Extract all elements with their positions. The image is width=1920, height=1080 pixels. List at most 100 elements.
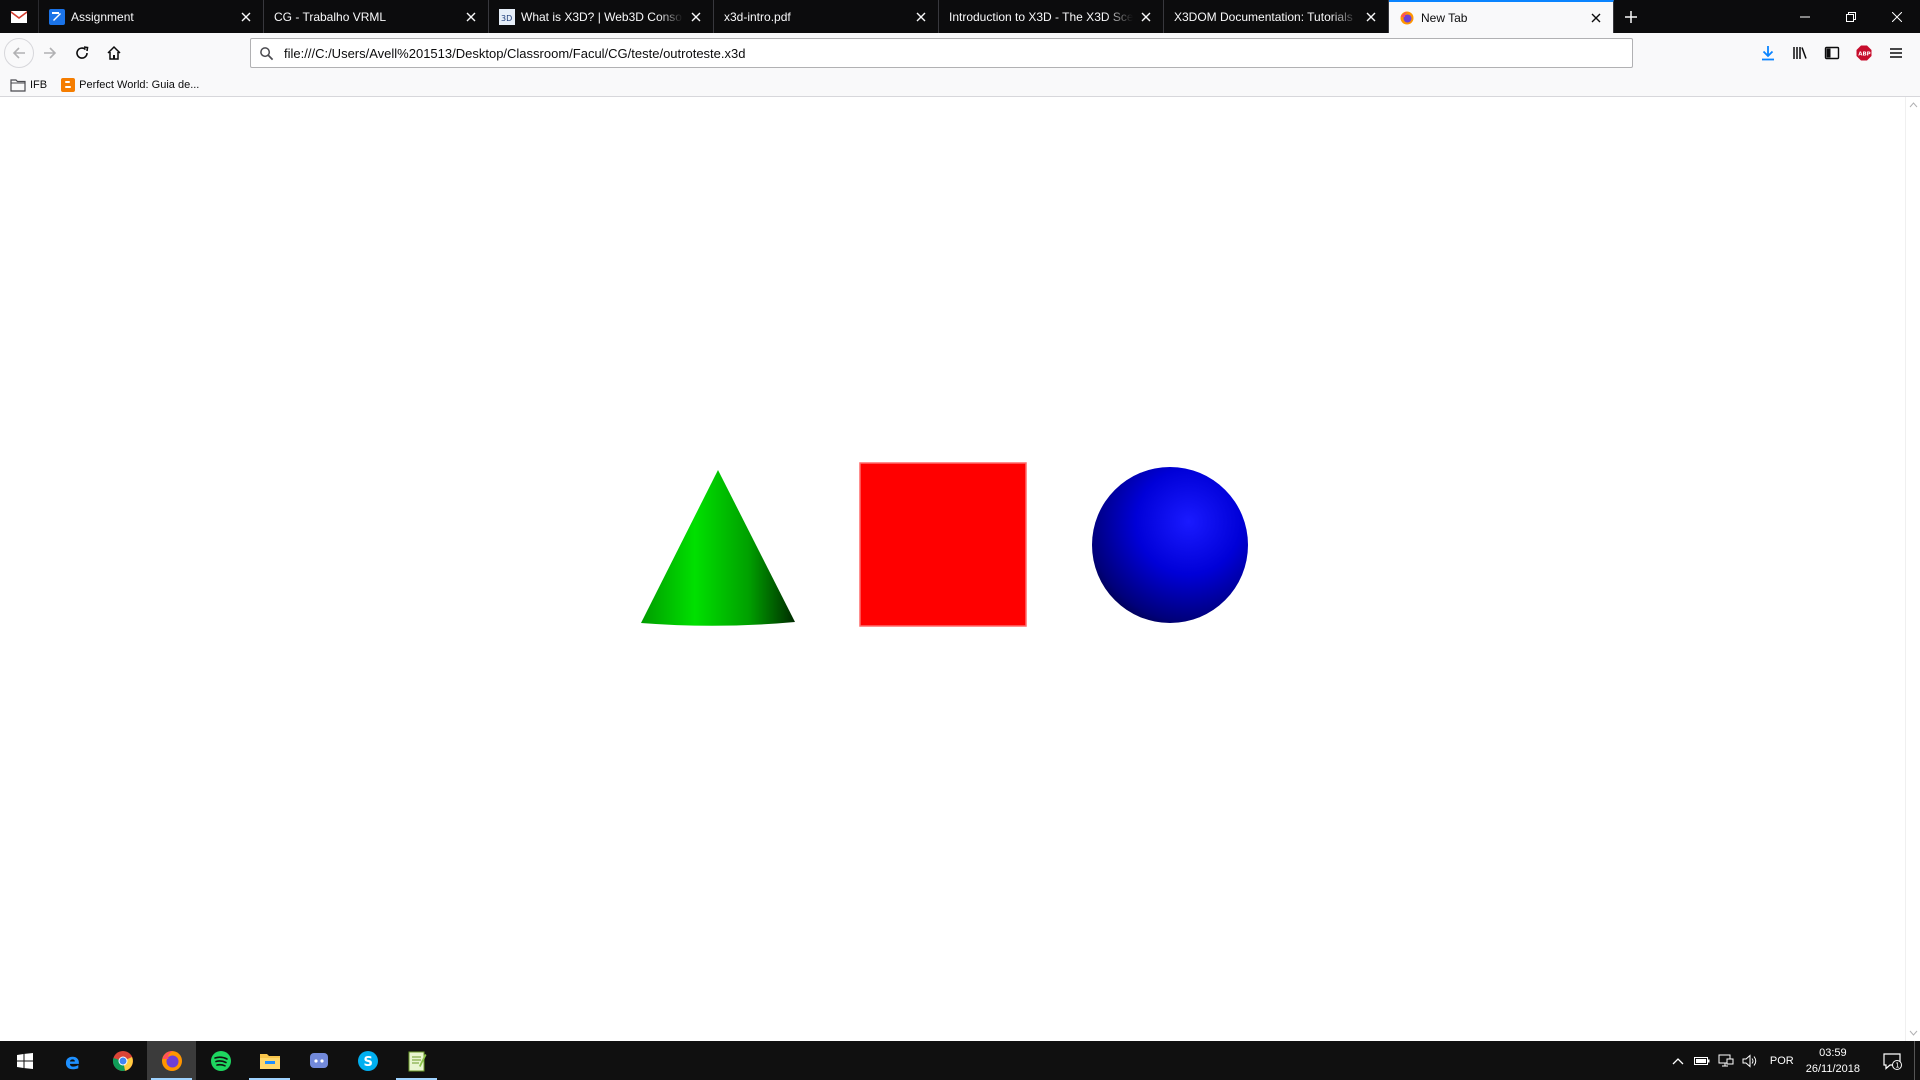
tab-new-tab[interactable]: New Tab [1389,0,1614,33]
close-icon[interactable] [237,8,255,26]
vertical-scrollbar[interactable] [1905,97,1920,1041]
taskbar-app-notepad-plus[interactable] [392,1041,441,1080]
sphere-shape [1092,467,1248,623]
close-icon[interactable] [687,8,705,26]
folder-icon [10,78,26,92]
tab-title: Assignment [71,9,134,24]
url-bar[interactable]: file:///C:/Users/Avell%201513/Desktop/Cl… [250,38,1633,68]
download-icon [1762,46,1774,61]
tab-title: What is X3D? | Web3D Consortium [521,9,683,24]
forward-button[interactable] [34,37,66,69]
close-window-button[interactable] [1874,0,1920,33]
spotify-icon [210,1050,231,1071]
box-shape [859,462,1027,627]
taskbar-app-chrome[interactable] [98,1041,147,1080]
taskbar-app-file-explorer[interactable] [245,1041,294,1080]
bookmark-label: Perfect World: Guia de... [79,78,200,91]
downloads-button[interactable] [1752,37,1784,69]
scroll-down-icon[interactable] [1906,1027,1920,1039]
menu-button[interactable] [1880,37,1912,69]
sidebar-icon [1824,46,1840,60]
clock-date: 26/11/2018 [1805,1062,1860,1075]
cone-shape [641,470,795,626]
taskbar-app-edge[interactable]: e [49,1041,98,1080]
gmail-icon [11,10,27,23]
close-icon[interactable] [462,8,480,26]
close-icon [1892,11,1902,22]
restore-button[interactable] [1828,0,1874,33]
tab-strip: Assignment CG - Trabalho VRML 3D What is… [0,0,1920,33]
chrome-icon [112,1050,133,1071]
close-icon[interactable] [912,8,930,26]
battery-button[interactable] [1690,1041,1714,1080]
new-tab-button[interactable] [1614,0,1648,33]
tab-assignment[interactable]: Assignment [39,0,264,33]
restore-icon [1846,11,1856,22]
tab-x3d-intro-pdf[interactable]: x3d-intro.pdf [714,0,939,33]
tab-title: x3d-intro.pdf [724,9,791,24]
page-content [0,97,1905,1041]
close-icon[interactable] [1587,9,1605,27]
svg-text:ABP: ABP [1858,52,1870,58]
firefox-icon [1399,10,1415,26]
tab-title: Introduction to X3D - The X3D Scene [949,9,1133,24]
show-desktop-button[interactable] [1914,1041,1920,1080]
library-button[interactable] [1784,37,1816,69]
tab-title: CG - Trabalho VRML [274,9,387,24]
plus-icon [1625,10,1637,23]
volume-button[interactable] [1738,1041,1762,1080]
taskbar-app-skype[interactable]: S [343,1041,392,1080]
navigation-toolbar: file:///C:/Users/Avell%201513/Desktop/Cl… [0,33,1920,73]
home-button[interactable] [98,37,130,69]
x3d-scene[interactable] [0,97,1905,1041]
minimize-button[interactable] [1782,0,1828,33]
tab-title: X3DOM Documentation: Tutorials [1174,9,1353,24]
forward-arrow-icon [44,47,57,59]
hamburger-menu-icon [1890,48,1902,58]
tab-introduction-x3d[interactable]: Introduction to X3D - The X3D Scene [939,0,1164,33]
reload-button[interactable] [66,37,98,69]
close-icon[interactable] [1137,8,1155,26]
sidebar-button[interactable] [1816,37,1848,69]
bookmark-ifb[interactable]: IFB [10,78,47,92]
action-center-button[interactable]: 1 [1870,1041,1914,1080]
network-icon [1718,1054,1734,1066]
chevron-up-icon [1672,1057,1684,1064]
notification-count: 1 [1895,1061,1899,1069]
windows-taskbar: e S POR 03:59 26/11/2018 1 [0,1041,1920,1080]
tab-x3dom-docs[interactable]: X3DOM Documentation: Tutorials [1164,0,1389,33]
adblock-plus-icon: ABP [1856,45,1872,61]
file-explorer-icon [259,1053,280,1069]
blogger-icon [61,77,76,92]
taskbar-app-discord[interactable] [294,1041,343,1080]
close-icon[interactable] [1362,8,1380,26]
web3d-icon: 3D [499,8,515,25]
url-text[interactable]: file:///C:/Users/Avell%201513/Desktop/Cl… [284,46,745,61]
reload-icon [76,46,89,59]
show-hidden-icons-button[interactable] [1666,1041,1690,1080]
system-tray: POR 03:59 26/11/2018 1 [1666,1041,1920,1080]
taskbar-app-firefox[interactable] [147,1041,196,1080]
bookmarks-toolbar: IFB Perfect World: Guia de... [0,73,1920,97]
network-button[interactable] [1714,1041,1738,1080]
classroom-icon [49,8,65,25]
firefox-icon [161,1050,182,1071]
window-controls [1782,0,1920,33]
taskbar-app-spotify[interactable] [196,1041,245,1080]
back-button[interactable] [4,38,34,68]
back-arrow-icon [12,47,25,59]
tab-what-is-x3d[interactable]: 3D What is X3D? | Web3D Consortium [489,0,714,33]
bookmark-perfect-world[interactable]: Perfect World: Guia de... [61,77,200,92]
tab-cg-trabalho[interactable]: CG - Trabalho VRML [264,0,489,33]
minimize-icon [1800,16,1810,17]
svg-text:S: S [363,1055,372,1070]
clock[interactable]: 03:59 26/11/2018 [1806,1045,1860,1077]
pinned-tab-gmail[interactable] [0,0,39,33]
input-language[interactable]: POR [1770,1055,1794,1067]
scroll-up-icon[interactable] [1906,99,1920,111]
start-button[interactable] [0,1041,49,1080]
home-icon [107,45,121,60]
adblock-plus-button[interactable]: ABP [1848,37,1880,69]
svg-text:3D: 3D [501,14,512,23]
toolbar-right: ABP [1752,37,1912,69]
